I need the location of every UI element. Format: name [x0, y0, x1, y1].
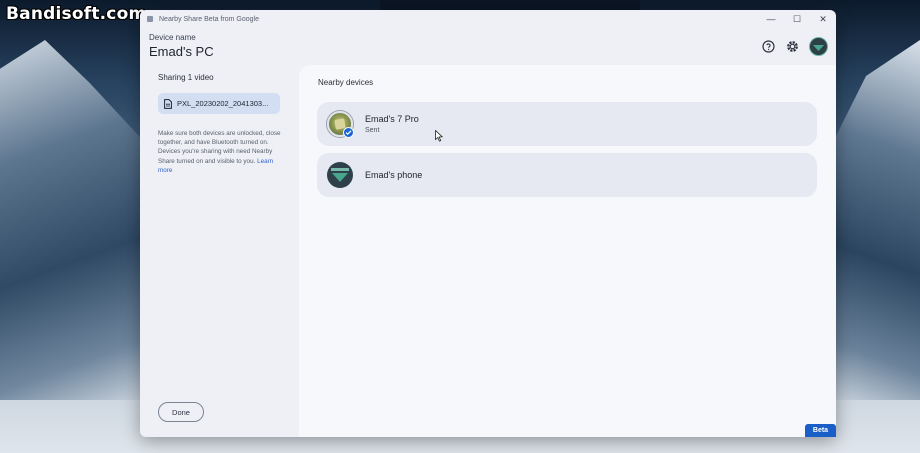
device-card[interactable]: Emad's phone: [317, 153, 817, 197]
mountain-right: [830, 40, 920, 400]
sharing-title: Sharing 1 video: [158, 73, 214, 82]
done-button[interactable]: Done: [158, 402, 204, 422]
device-card[interactable]: Emad's 7 Pro Sent: [317, 102, 817, 146]
device-avatar: [327, 162, 353, 188]
window-title: Nearby Share Beta from Google: [159, 15, 259, 23]
device-info: Emad's phone: [365, 170, 422, 180]
header-actions: [761, 37, 828, 56]
sharing-hint: Make sure both devices are unlocked, clo…: [158, 129, 284, 175]
beta-badge: Beta: [805, 424, 836, 437]
app-icon: [147, 16, 153, 22]
device-name: Emad's 7 Pro: [365, 114, 419, 124]
device-name: Emad's phone: [365, 170, 423, 180]
sidebar: Sharing 1 video PXL_20230202_2041303... …: [140, 67, 300, 437]
title-bar[interactable]: Nearby Share Beta from Google — ☐ ✕: [140, 10, 836, 28]
settings-icon[interactable]: [785, 39, 800, 54]
recorder-watermark: Bandisoft.com: [6, 4, 147, 24]
minimize-button[interactable]: —: [758, 10, 784, 28]
close-button[interactable]: ✕: [810, 10, 836, 28]
mouse-cursor-icon: [435, 130, 443, 142]
nearby-devices-panel: Nearby devices Emad's 7 Pro Sent Emad's …: [299, 65, 836, 437]
profile-avatar[interactable]: [809, 37, 828, 56]
mountain-left: [0, 40, 150, 400]
check-icon: [343, 127, 354, 138]
help-icon[interactable]: [761, 39, 776, 54]
file-icon: [164, 98, 172, 109]
file-name: PXL_20230202_2041303...: [177, 99, 269, 108]
nearby-devices-title: Nearby devices: [318, 78, 374, 87]
shared-file-chip: PXL_20230202_2041303...: [158, 93, 280, 114]
device-name-value[interactable]: Emad's PC: [149, 44, 214, 59]
device-avatar: [327, 111, 354, 138]
device-status: Sent: [365, 127, 380, 134]
device-info: Emad's 7 Pro Sent: [365, 114, 419, 134]
nearby-share-window: Nearby Share Beta from Google — ☐ ✕ Devi…: [140, 10, 836, 437]
window-controls: — ☐ ✕: [758, 10, 836, 28]
maximize-button[interactable]: ☐: [784, 10, 810, 28]
device-name-label: Device name: [149, 33, 196, 42]
